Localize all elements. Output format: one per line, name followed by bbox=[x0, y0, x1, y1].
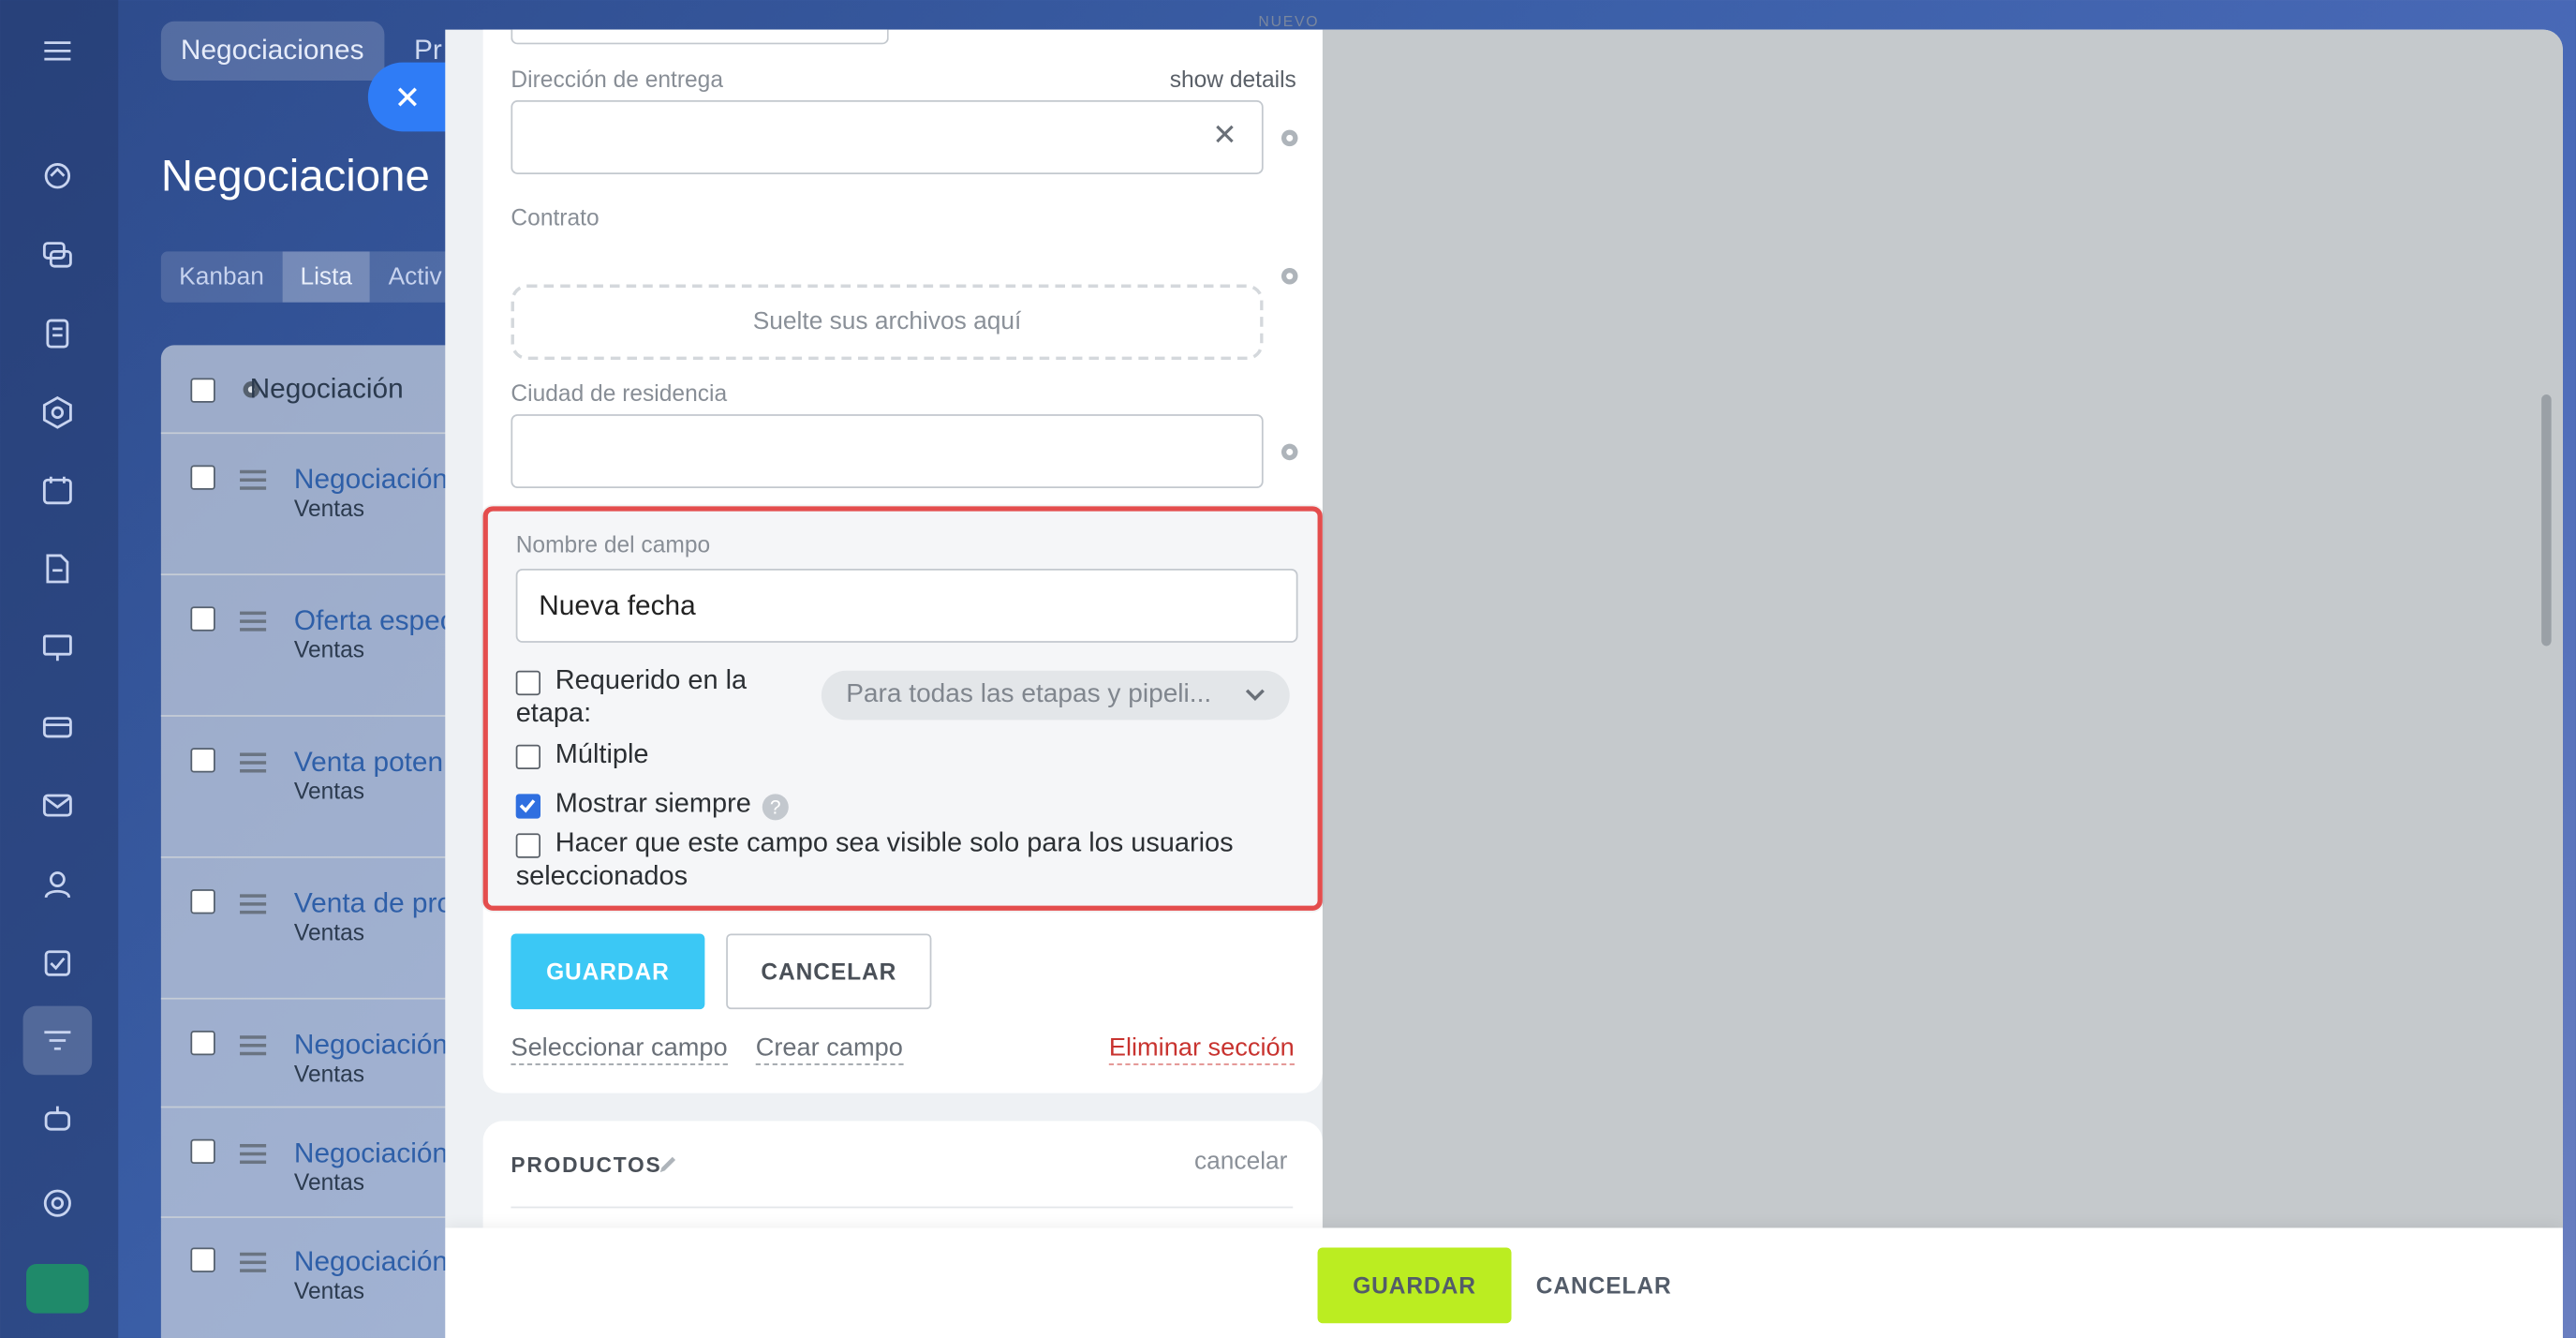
city-input[interactable] bbox=[511, 414, 1264, 489]
edit-pencil-icon[interactable] bbox=[658, 1154, 679, 1176]
row-menu-icon[interactable] bbox=[240, 469, 267, 490]
row-menu-icon[interactable] bbox=[240, 752, 267, 773]
contract-label: Contrato bbox=[511, 203, 600, 230]
nuevo-badge: NUEVO bbox=[1258, 13, 1320, 30]
products-divider bbox=[511, 1206, 1294, 1209]
row-menu-icon[interactable] bbox=[240, 894, 267, 914]
row-menu-icon[interactable] bbox=[240, 1035, 267, 1056]
visible-selected-label: Hacer que este campo sea visible solo pa… bbox=[515, 828, 1234, 891]
row-title[interactable]: Oferta espec bbox=[294, 605, 454, 638]
row-menu-icon[interactable] bbox=[240, 1143, 267, 1165]
multiple-checkbox[interactable] bbox=[515, 744, 541, 770]
stages-select-value: Para todas las etapas y pipeli... bbox=[846, 680, 1212, 709]
delivery-address-input[interactable] bbox=[511, 100, 1264, 174]
calendar-icon[interactable] bbox=[39, 471, 76, 508]
row-checkbox[interactable] bbox=[190, 465, 215, 490]
tab-negociaciones[interactable]: Negociaciones bbox=[160, 21, 384, 81]
row-menu-icon[interactable] bbox=[240, 611, 267, 632]
menu-icon[interactable] bbox=[39, 33, 76, 69]
row-stage: Ventas bbox=[293, 1060, 365, 1087]
stages-select[interactable]: Para todas las etapas y pipeli... bbox=[821, 670, 1290, 721]
tasks-icon[interactable] bbox=[39, 945, 76, 982]
hexagon-icon[interactable] bbox=[39, 394, 76, 431]
rocket-button[interactable] bbox=[26, 1264, 89, 1314]
settings-icon[interactable] bbox=[39, 1185, 76, 1222]
row-checkbox[interactable] bbox=[190, 606, 215, 632]
row-stage: Ventas bbox=[293, 1168, 365, 1196]
row-menu-icon[interactable] bbox=[240, 1252, 267, 1272]
row-title[interactable]: Venta poten bbox=[294, 746, 443, 779]
row-checkbox[interactable] bbox=[190, 889, 215, 914]
row-title[interactable]: Negociación bbox=[294, 464, 448, 497]
new-field-editor: Nombre del campo Nueva fecha Requerido e… bbox=[482, 506, 1323, 911]
close-icon bbox=[397, 87, 417, 107]
select-field-link[interactable]: Seleccionar campo bbox=[511, 1033, 728, 1065]
row-stage: Ventas bbox=[293, 918, 365, 945]
row-title[interactable]: Negociación bbox=[294, 1246, 448, 1279]
create-field-link[interactable]: Crear campo bbox=[755, 1033, 903, 1065]
crm-funnel-icon[interactable] bbox=[39, 1022, 76, 1059]
city-label: Ciudad de residencia bbox=[511, 379, 728, 407]
slider-empty-area bbox=[1322, 29, 2563, 1230]
clear-icon[interactable]: ✕ bbox=[1212, 118, 1236, 153]
close-slider-button[interactable] bbox=[367, 62, 448, 132]
view-tab-kanban[interactable]: Kanban bbox=[161, 251, 282, 302]
grid-header-label: Negociación bbox=[249, 373, 404, 405]
required-label: Requerido en la etapa: bbox=[515, 665, 748, 729]
select-all-checkbox[interactable] bbox=[190, 378, 215, 403]
row-checkbox[interactable] bbox=[190, 1030, 215, 1056]
feed-icon[interactable] bbox=[39, 157, 76, 194]
products-title: PRODUCTOS bbox=[511, 1152, 662, 1178]
field-settings-icon[interactable] bbox=[1278, 440, 1301, 464]
page-title: Negociacione bbox=[160, 151, 430, 201]
row-stage: Ventas bbox=[293, 1277, 365, 1304]
footer-cancel-button[interactable]: CANCELAR bbox=[1536, 1248, 1672, 1324]
section-save-button[interactable]: GUARDAR bbox=[511, 933, 705, 1010]
row-stage: Ventas bbox=[293, 635, 365, 662]
mail-icon[interactable] bbox=[39, 787, 76, 824]
scrollbar[interactable] bbox=[2541, 394, 2552, 647]
presentation-icon[interactable] bbox=[39, 630, 76, 666]
show-details-link[interactable]: show details bbox=[1170, 66, 1296, 92]
field-settings-icon[interactable] bbox=[1278, 264, 1301, 288]
file-dropzone[interactable]: Suelte sus archivos aquí bbox=[511, 284, 1264, 361]
row-stage: Ventas bbox=[293, 495, 365, 522]
row-checkbox[interactable] bbox=[190, 748, 215, 773]
multiple-label: Múltiple bbox=[555, 739, 649, 770]
card-icon[interactable] bbox=[39, 708, 76, 745]
products-cancel-link[interactable]: cancelar bbox=[1194, 1148, 1287, 1176]
delete-section-link[interactable]: Eliminar sección bbox=[1108, 1033, 1295, 1065]
footer-save-button[interactable]: GUARDAR bbox=[1317, 1247, 1512, 1324]
section-cancel-button[interactable]: CANCELAR bbox=[726, 933, 932, 1010]
always-show-checkbox[interactable] bbox=[515, 794, 541, 819]
row-title[interactable]: Negociación bbox=[294, 1029, 448, 1062]
view-tab-lista[interactable]: Lista bbox=[282, 251, 371, 303]
field-settings-icon[interactable] bbox=[1278, 126, 1301, 150]
field-name-input[interactable]: Nueva fecha bbox=[515, 568, 1298, 643]
chevron-down-icon bbox=[1245, 689, 1265, 702]
file-icon[interactable] bbox=[39, 551, 76, 587]
robot-icon[interactable] bbox=[39, 1101, 76, 1137]
help-icon[interactable]: ? bbox=[762, 794, 789, 821]
users-icon[interactable] bbox=[39, 867, 76, 903]
documents-icon[interactable] bbox=[39, 316, 76, 352]
row-checkbox[interactable] bbox=[190, 1138, 215, 1165]
checkmark-icon bbox=[519, 799, 536, 813]
field-name-label: Nombre del campo bbox=[515, 530, 711, 558]
bottom-action-bar: GUARDAR CANCELAR bbox=[445, 1227, 2563, 1338]
always-show-label: Mostrar siempre bbox=[555, 789, 751, 819]
row-title[interactable]: Venta de pro bbox=[294, 887, 452, 920]
chat-icon[interactable] bbox=[39, 237, 76, 274]
row-stage: Ventas bbox=[293, 777, 365, 804]
delivery-address-label: Dirección de entrega bbox=[511, 66, 724, 93]
view-tabs: Kanban Lista Activ bbox=[160, 251, 460, 303]
deal-slider-panel: Dirección de entrega show details ✕ Cont… bbox=[445, 29, 2563, 1338]
row-title[interactable]: Negociación bbox=[294, 1137, 448, 1170]
previous-field-input[interactable] bbox=[511, 29, 889, 45]
row-checkbox[interactable] bbox=[190, 1247, 215, 1272]
left-rail bbox=[0, 0, 119, 1338]
